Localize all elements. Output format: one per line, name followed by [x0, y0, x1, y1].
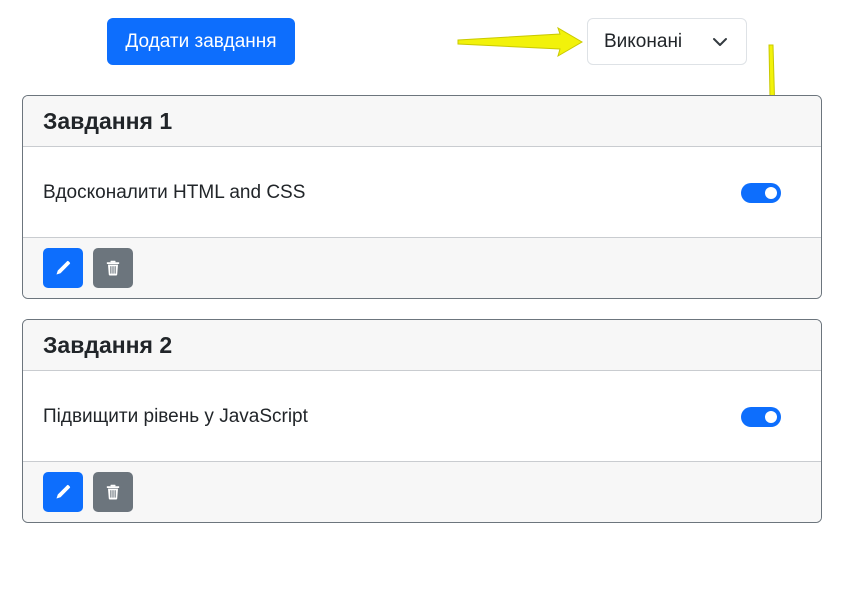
task-card-header: Завдання 2 — [23, 320, 821, 371]
task-description: Підвищити рівень у JavaScript — [43, 406, 308, 427]
toggle-knob — [765, 411, 777, 423]
task-card-header: Завдання 1 — [23, 96, 821, 147]
task-description: Вдосконалити HTML and CSS — [43, 182, 306, 203]
toggle-knob — [765, 187, 777, 199]
task-card-body: Підвищити рівень у JavaScript — [23, 371, 821, 462]
task-completed-toggle[interactable] — [741, 183, 781, 203]
page: Додати завдання Виконані Завдання 1 Вдос… — [0, 0, 862, 600]
pencil-icon — [56, 260, 71, 275]
delete-task-button[interactable] — [93, 472, 133, 512]
task-completed-toggle[interactable] — [741, 407, 781, 427]
chevron-down-icon — [713, 38, 727, 46]
pencil-icon — [56, 484, 71, 499]
annotation-arrow-horizontal — [457, 26, 583, 58]
task-title: Завдання 2 — [43, 332, 173, 358]
filter-selected-value: Виконані — [604, 31, 683, 52]
task-title: Завдання 1 — [43, 108, 173, 134]
task-card-footer — [23, 462, 821, 522]
filter-select[interactable]: Виконані — [587, 18, 747, 65]
add-task-button[interactable]: Додати завдання — [107, 18, 295, 65]
edit-task-button[interactable] — [43, 472, 83, 512]
task-card: Завдання 2 Підвищити рівень у JavaScript — [22, 319, 822, 523]
trash-icon — [106, 484, 120, 500]
task-card-footer — [23, 238, 821, 298]
trash-icon — [106, 260, 120, 276]
delete-task-button[interactable] — [93, 248, 133, 288]
task-card: Завдання 1 Вдосконалити HTML and CSS — [22, 95, 822, 299]
task-card-body: Вдосконалити HTML and CSS — [23, 147, 821, 238]
edit-task-button[interactable] — [43, 248, 83, 288]
